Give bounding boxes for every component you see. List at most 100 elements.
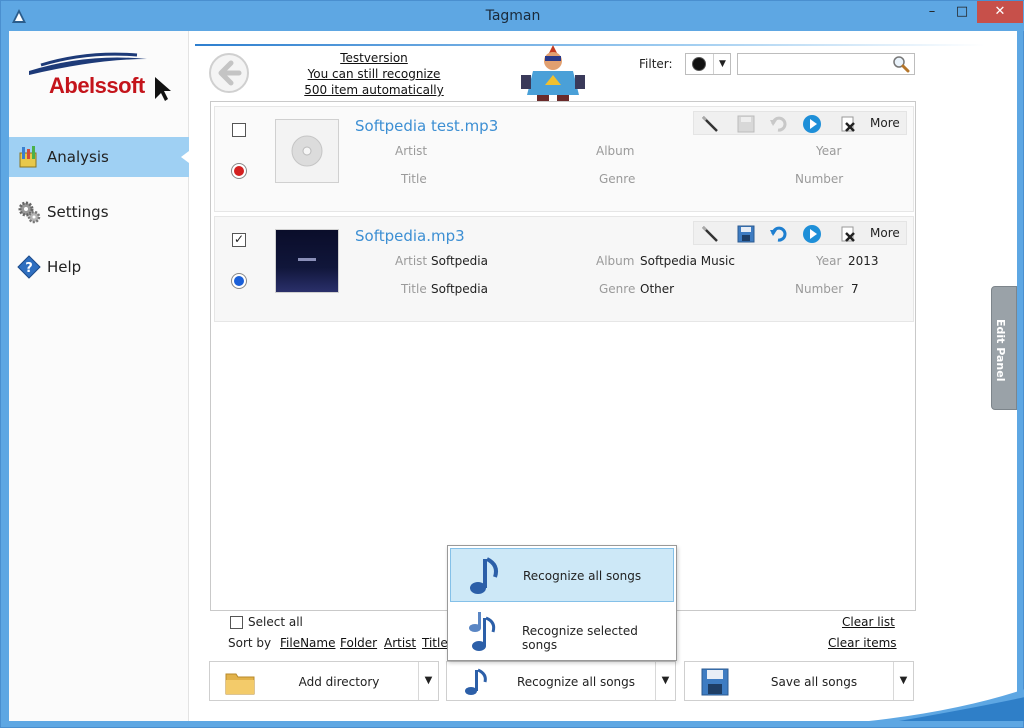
album-label: Album [596, 254, 635, 268]
artist-value[interactable]: Softpedia [431, 254, 488, 268]
cd-disc-icon [291, 135, 323, 167]
item-toolbar: More [693, 221, 907, 245]
more-button[interactable]: More [870, 116, 900, 130]
search-icon[interactable] [892, 55, 910, 73]
arrow-left-icon [218, 60, 242, 86]
sort-folder-link[interactable]: Folder [340, 636, 377, 650]
clear-list-link[interactable]: Clear list [842, 615, 895, 629]
title-value[interactable]: Softpedia [431, 282, 488, 296]
year-label: Year [816, 254, 842, 268]
album-value[interactable]: Softpedia Music [640, 254, 735, 268]
number-label: Number [795, 282, 844, 296]
sort-filename-link[interactable]: FileName [280, 636, 335, 650]
testversion-link[interactable]: Testversion [299, 50, 449, 66]
sidebar-item-settings[interactable]: Settings [9, 192, 189, 232]
undo-icon[interactable] [768, 114, 788, 134]
filter-dropdown[interactable]: ▼ [685, 53, 731, 75]
sidebar-item-label: Analysis [47, 148, 109, 166]
sidebar: Abelssoft Analysis Settings ? Help [9, 31, 189, 721]
music-notes-icon [469, 612, 496, 651]
chevron-down-icon[interactable]: ▼ [713, 54, 731, 74]
list-item[interactable]: Softpedia test.mp3 More Artist Album Yea… [214, 106, 914, 212]
cover-art [275, 229, 339, 293]
chevron-down-icon[interactable]: ▼ [418, 662, 438, 700]
maximize-button[interactable]: □ [947, 1, 977, 23]
title-label: Title [401, 282, 427, 296]
recognize-dropdown-menu: Recognize all songs Recognize selected s… [447, 545, 677, 661]
recognize-remaining-line1[interactable]: You can still recognize [299, 66, 449, 82]
header-divider [195, 44, 985, 46]
title-label: Title [401, 172, 427, 186]
album-cover-icon [298, 258, 316, 261]
recognize-remaining-line2[interactable]: 500 item automatically [299, 82, 449, 98]
artist-label: Artist [395, 144, 428, 158]
save-all-label: Save all songs [770, 675, 858, 689]
menu-item-recognize-all[interactable]: Recognize all songs [450, 548, 674, 602]
magic-wand-icon[interactable] [700, 114, 720, 134]
cover-art [275, 119, 339, 183]
year-value[interactable]: 2013 [848, 254, 879, 268]
filter-label: Filter: [639, 57, 673, 71]
add-directory-label: Add directory [298, 675, 380, 689]
song-list[interactable]: Softpedia test.mp3 More Artist Album Yea… [210, 101, 916, 611]
sort-by-label: Sort by [228, 636, 272, 650]
magic-wand-icon[interactable] [700, 224, 720, 244]
corner-swoosh-decoration [869, 689, 1024, 721]
file-name[interactable]: Softpedia.mp3 [355, 227, 465, 245]
menu-item-recognize-selected[interactable]: Recognize selected songs [450, 604, 674, 658]
gears-icon [18, 201, 41, 224]
filter-color-dot [692, 57, 706, 71]
save-disk-icon[interactable] [736, 224, 756, 244]
superhero-mascot-icon [521, 45, 585, 105]
menu-item-label: Recognize selected songs [522, 624, 638, 652]
delete-icon[interactable] [838, 114, 858, 134]
sidebar-item-label: Help [47, 258, 82, 276]
add-directory-button[interactable]: Add directory ▼ [209, 661, 439, 701]
chevron-down-icon[interactable]: ▼ [655, 662, 675, 700]
number-value[interactable]: 7 [851, 282, 859, 296]
genre-value[interactable]: Other [640, 282, 674, 296]
sort-title-link[interactable]: Title [422, 636, 448, 650]
sidebar-item-help[interactable]: ? Help [9, 247, 189, 287]
search-input[interactable] [737, 53, 915, 75]
sidebar-item-analysis[interactable]: Analysis [9, 137, 189, 177]
minimize-button[interactable]: – [917, 1, 947, 23]
music-note-icon [465, 668, 487, 695]
select-all-checkbox[interactable] [230, 616, 243, 629]
sidebar-item-label: Settings [47, 203, 109, 221]
close-button[interactable]: ✕ [977, 1, 1023, 23]
status-indicator [231, 163, 247, 179]
file-name[interactable]: Softpedia test.mp3 [355, 117, 498, 135]
sort-artist-link[interactable]: Artist [384, 636, 416, 650]
delete-icon[interactable] [838, 224, 858, 244]
item-toolbar: More [693, 111, 907, 135]
item-checkbox[interactable] [232, 123, 246, 137]
edit-panel-tab[interactable]: Edit Panel [991, 286, 1017, 410]
svg-text:?: ? [25, 261, 33, 276]
number-label: Number [795, 172, 844, 186]
title-bar[interactable]: Tagman – □ ✕ [1, 1, 1024, 31]
genre-label: Genre [599, 172, 636, 186]
abelssoft-logo: Abelssoft [27, 51, 177, 111]
trial-info[interactable]: Testversion You can still recognize 500 … [299, 50, 449, 98]
clear-items-link[interactable]: Clear items [828, 636, 897, 650]
app-window: Tagman – □ ✕ Abelssoft Analysis Settings… [0, 0, 1024, 728]
play-icon[interactable] [802, 224, 822, 244]
client-area: Abelssoft Analysis Settings ? Help Testv… [9, 31, 1024, 721]
list-item[interactable]: ✓ Softpedia.mp3 More Artist Softpedia Al… [214, 216, 914, 322]
play-icon[interactable] [802, 114, 822, 134]
status-indicator [231, 273, 247, 289]
menu-item-label: Recognize all songs [523, 569, 642, 583]
folder-icon [225, 673, 255, 695]
select-all-label[interactable]: Select all [248, 615, 303, 629]
help-icon: ? [17, 255, 41, 279]
music-note-icon [470, 557, 498, 594]
undo-icon[interactable] [768, 224, 788, 244]
logo-text: Abelssoft [49, 73, 145, 98]
genre-label: Genre [599, 282, 636, 296]
recognize-all-button[interactable]: Recognize all songs ▼ [446, 661, 676, 701]
more-button[interactable]: More [870, 226, 900, 240]
item-checkbox[interactable]: ✓ [232, 233, 246, 247]
save-disk-icon[interactable] [736, 114, 756, 134]
back-button[interactable] [209, 53, 249, 93]
